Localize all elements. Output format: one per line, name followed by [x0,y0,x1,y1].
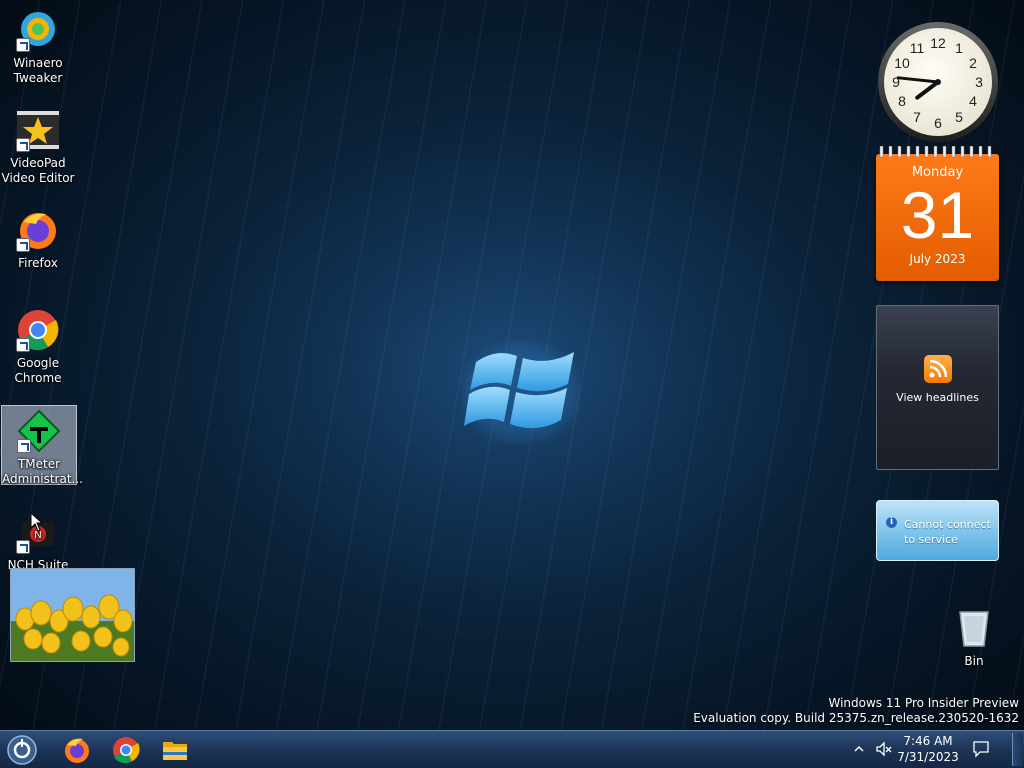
svg-text:6: 6 [934,115,942,131]
svg-text:11: 11 [910,40,925,56]
start-orb-icon [7,735,37,765]
weather-gadget[interactable]: i Cannot connect to service [876,500,999,561]
icon-label: Administrat... [2,472,83,486]
tmeter-icon [17,409,61,453]
icon-label: TMeter [17,457,61,471]
desktop-icon-google-chrome[interactable]: Google Chrome [0,300,76,386]
svg-text:1: 1 [955,40,963,56]
slideshow-gadget[interactable] [10,568,135,662]
chrome-icon [16,308,60,352]
icon-label: Chrome [14,371,62,385]
shortcut-arrow-icon [16,138,30,152]
taskbar-clock[interactable]: 7:46 AM 7/31/2023 [893,733,963,765]
clock-gadget[interactable]: 12 12 345 678 91011 [876,20,1000,144]
build-watermark: Windows 11 Pro Insider Preview Evaluatio… [693,696,1019,726]
shortcut-arrow-icon [16,338,30,352]
file-explorer-icon [163,742,187,760]
tulips-photo [11,569,134,661]
firefox-icon [65,738,89,763]
weather-message: to service [904,533,958,546]
mouse-cursor-icon [30,512,44,532]
winaero-tweaker-icon [16,8,60,52]
svg-text:5: 5 [955,109,963,125]
shortcut-arrow-icon [17,439,31,453]
icon-label: Firefox [18,256,58,270]
desktop-icon-firefox[interactable]: Firefox [0,200,76,271]
svg-text:12: 12 [930,35,946,51]
desktop-icon-tmeter[interactable]: TMeter Administrat... [1,405,83,486]
svg-text:8: 8 [898,93,906,109]
taskbar-date: 7/31/2023 [897,750,959,764]
svg-text:4: 4 [969,93,977,109]
desktop-icon-recycle-bin[interactable]: Bin [936,598,1012,669]
start-button[interactable] [6,734,38,766]
weather-message: Cannot connect [904,518,991,531]
calendar-gadget[interactable]: Monday 31 July 2023 [876,146,999,281]
icon-label: Bin [964,654,984,668]
taskbar-chrome-button[interactable] [111,735,143,765]
calendar-month-year: July 2023 [909,252,966,266]
watermark-line: Evaluation copy. Build 25375.zn_release.… [693,711,1019,725]
notification-icon[interactable] [972,740,990,758]
videopad-star-icon [16,108,60,152]
info-icon: i [886,517,897,528]
taskbar-file-explorer-button[interactable] [160,735,192,765]
calendar-date: 31 [900,178,975,252]
windows-logo-icon [463,344,579,440]
feed-headlines-gadget[interactable]: View headlines [876,305,999,470]
firefox-icon [16,208,60,252]
recycle-bin-icon [952,606,996,650]
speaker-muted-icon[interactable] [875,740,893,758]
calendar-binding-rings [879,146,992,158]
svg-text:3: 3 [975,74,983,90]
chrome-icon [113,737,140,764]
svg-text:7: 7 [913,109,921,125]
chevron-up-icon[interactable] [854,745,864,753]
desktop-icon-winaero-tweaker[interactable]: Winaero Tweaker [0,0,76,86]
shortcut-arrow-icon [16,38,30,52]
shortcut-arrow-icon [16,540,30,554]
shortcut-arrow-icon [16,238,30,252]
show-desktop-button[interactable] [1012,733,1023,766]
icon-label: Google [16,356,60,370]
taskbar [0,730,1024,768]
rss-icon [923,355,952,383]
icon-label: Tweaker [13,71,63,85]
taskbar-firefox-button[interactable] [62,735,94,765]
watermark-line: Windows 11 Pro Insider Preview [828,696,1019,710]
icon-label: VideoPad [10,156,66,170]
desktop-icon-videopad[interactable]: VideoPad Video Editor [0,100,76,186]
svg-text:10: 10 [894,55,910,71]
view-headlines-link[interactable]: View headlines [877,391,998,404]
icon-label: Video Editor [1,171,75,185]
taskbar-time: 7:46 AM [903,734,953,748]
svg-text:2: 2 [969,55,977,71]
icon-label: Winaero [13,56,63,70]
